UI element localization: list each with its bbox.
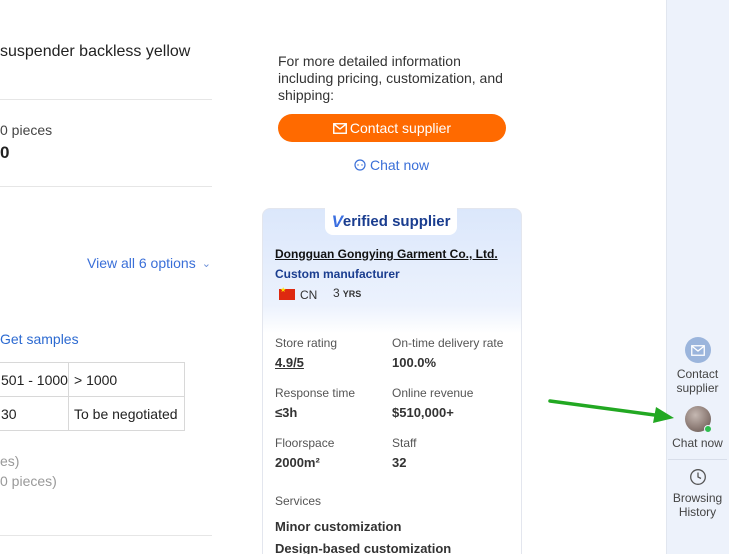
stat-value: ≤3h: [275, 405, 298, 420]
table-row: 501 - 1000 > 1000: [0, 362, 185, 397]
contact-supplier-label: Contact supplier: [349, 120, 452, 136]
stat-label: Response time: [275, 386, 356, 400]
sidebar-browsing-history[interactable]: Browsing History: [666, 468, 729, 519]
table-cell: To be negotiated: [68, 396, 185, 431]
sidebar-contact-line1: Contact: [676, 367, 719, 381]
services-label: Services: [275, 494, 322, 508]
years-number: 3: [333, 286, 340, 300]
view-all-options-label: View all 6 options: [87, 255, 196, 271]
sidebar-history-line1: Browsing: [672, 491, 723, 505]
stat-value: $510,000+: [392, 405, 454, 420]
stat-label: Floorspace: [275, 436, 335, 450]
chat-now-label: Chat now: [370, 157, 430, 173]
contact-supplier-button[interactable]: Contact supplier: [278, 114, 506, 142]
country-code: CN: [300, 287, 318, 302]
china-flag-icon: [279, 286, 295, 300]
stat-label: Staff: [392, 436, 417, 450]
stat-label: Store rating: [275, 336, 338, 350]
divider: [0, 99, 212, 100]
moq-text: 0 pieces: [0, 122, 53, 138]
verified-label: erified supplier: [342, 213, 451, 230]
mail-icon: [684, 337, 711, 363]
stat-value: 32: [392, 455, 407, 470]
chevron-down-icon: ⌄: [201, 258, 211, 270]
mail-icon: [332, 122, 347, 134]
clock-icon: [689, 468, 707, 486]
table-cell: > 1000: [68, 362, 185, 397]
stat-label: On-time delivery rate: [392, 336, 504, 350]
table-row: 30 To be negotiated: [0, 396, 185, 431]
supplier-company-link[interactable]: Dongguan Gongying Garment Co., Ltd.: [275, 247, 498, 261]
stat-value: 100.0%: [392, 355, 437, 370]
sidebar-divider: [668, 459, 727, 460]
note-text: 0 pieces): [0, 473, 57, 489]
annotation-arrow-icon: [548, 399, 674, 423]
chat-bubble-icon: [354, 159, 366, 171]
verified-supplier-badge: Verified supplier: [325, 208, 457, 235]
table-cell: 501 - 1000: [0, 362, 69, 397]
stat-label: Online revenue: [392, 386, 474, 400]
country-tag: CN: [275, 286, 321, 303]
product-title: suspender backless yellow: [0, 43, 191, 60]
divider: [0, 535, 212, 536]
stat-value: 2000m²: [275, 455, 320, 470]
service-item: Design-based customization: [275, 541, 452, 554]
quantity-price-table: 501 - 1000 > 1000 30 To be negotiated: [0, 362, 185, 431]
sidebar-history-line2: History: [678, 505, 717, 519]
years-tag: 3 YRS: [333, 286, 361, 300]
note-text: es): [0, 453, 20, 469]
inquiry-info-text: For more detailed information including …: [278, 53, 503, 103]
get-samples-link[interactable]: Get samples: [0, 331, 79, 347]
table-cell: 30: [0, 396, 69, 431]
chat-now-link[interactable]: Chat now: [354, 157, 429, 173]
sidebar-contact-supplier[interactable]: Contact supplier: [666, 337, 729, 395]
sidebar-chat-label: Chat now: [672, 436, 723, 450]
divider: [0, 186, 212, 187]
supplier-type: Custom manufacturer: [275, 267, 400, 281]
verified-v-mark: V: [331, 211, 343, 231]
price-text: 0: [0, 143, 10, 162]
online-status-dot: [703, 425, 712, 433]
years-unit: YRS: [342, 289, 362, 299]
view-all-options-link[interactable]: View all 6 options ⌄: [87, 255, 211, 271]
store-rating-link[interactable]: 4.9/5: [275, 355, 304, 370]
service-item: Minor customization: [275, 519, 402, 534]
